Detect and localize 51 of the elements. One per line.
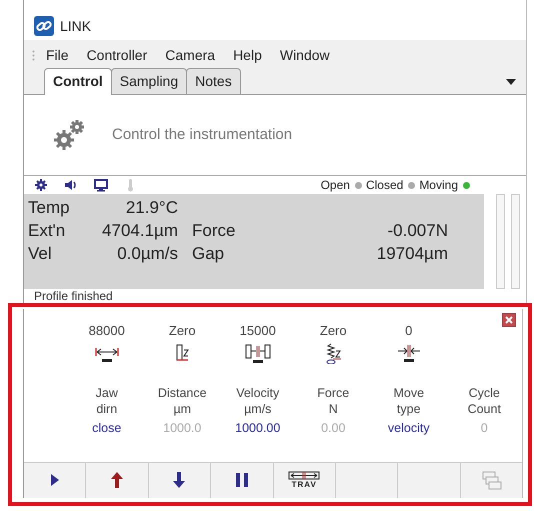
readout-value: 19704µm bbox=[376, 243, 448, 265]
parameter-label: Move type bbox=[393, 386, 424, 416]
parameter-label: Cycle Count bbox=[468, 386, 501, 416]
parameter-value: 1000.0 bbox=[163, 421, 202, 435]
setting-value: Zero bbox=[318, 322, 348, 339]
menu-item[interactable]: Controller bbox=[78, 40, 156, 70]
tab[interactable]: Notes bbox=[186, 68, 241, 94]
app-logo-icon bbox=[34, 16, 54, 36]
menu-item[interactable]: File bbox=[37, 40, 78, 70]
menu-item[interactable]: Help bbox=[224, 40, 271, 70]
indicator-label: Closed bbox=[366, 177, 404, 194]
setting-value: Zero bbox=[168, 322, 197, 339]
tab[interactable]: Sampling bbox=[110, 68, 188, 94]
traverse-icon bbox=[288, 471, 320, 480]
gear-icon[interactable] bbox=[34, 178, 48, 192]
parameter-value[interactable]: 1000.00 bbox=[235, 421, 280, 435]
tab-menu-caret-icon[interactable] bbox=[506, 79, 516, 85]
setting-value: 88000 bbox=[88, 322, 126, 339]
readout-label: Ext'n bbox=[28, 220, 66, 242]
indicator-label: Open bbox=[320, 177, 350, 194]
status-message: Profile finished bbox=[33, 289, 114, 303]
readout-value: -0.007N bbox=[386, 220, 448, 242]
setting-value: 0 bbox=[404, 322, 414, 339]
speaker-icon[interactable] bbox=[64, 178, 78, 192]
readout-value: 4704.1µm bbox=[101, 220, 178, 242]
setting-value: 15000 bbox=[238, 322, 277, 339]
parameter-label: Force N bbox=[317, 386, 350, 416]
readout-label: Temp bbox=[28, 197, 71, 219]
readout-value: 0.0µm/s bbox=[116, 243, 178, 265]
parameter-label: Velocity µm/s bbox=[236, 386, 280, 416]
parameter-value: 0 bbox=[480, 421, 488, 435]
parameter-value[interactable]: velocity bbox=[388, 421, 430, 435]
gap-icon bbox=[244, 342, 272, 364]
readout-value: 21.9°C bbox=[124, 197, 178, 219]
close-button[interactable] bbox=[502, 313, 516, 327]
parameter-value: 0.00 bbox=[321, 421, 346, 435]
indicator-label: Moving bbox=[419, 177, 458, 194]
parameter-label: Distance µm bbox=[158, 386, 207, 416]
panel-description: Control the instrumentation bbox=[112, 124, 292, 145]
readout-label: Gap bbox=[191, 243, 226, 265]
window-title: LINK bbox=[60, 16, 92, 36]
readout-label: Force bbox=[191, 220, 236, 242]
tab[interactable]: Control bbox=[44, 68, 112, 95]
windows-icon bbox=[480, 469, 502, 492]
grip-icon bbox=[32, 50, 35, 60]
readout-label: Vel bbox=[28, 243, 53, 265]
parameter-label: Jaw dirn bbox=[96, 386, 118, 416]
menu-item[interactable]: Camera bbox=[156, 40, 224, 70]
parameter-value[interactable]: close bbox=[92, 421, 122, 435]
menu-item[interactable]: Window bbox=[270, 40, 339, 70]
monitor-icon[interactable] bbox=[94, 178, 108, 192]
